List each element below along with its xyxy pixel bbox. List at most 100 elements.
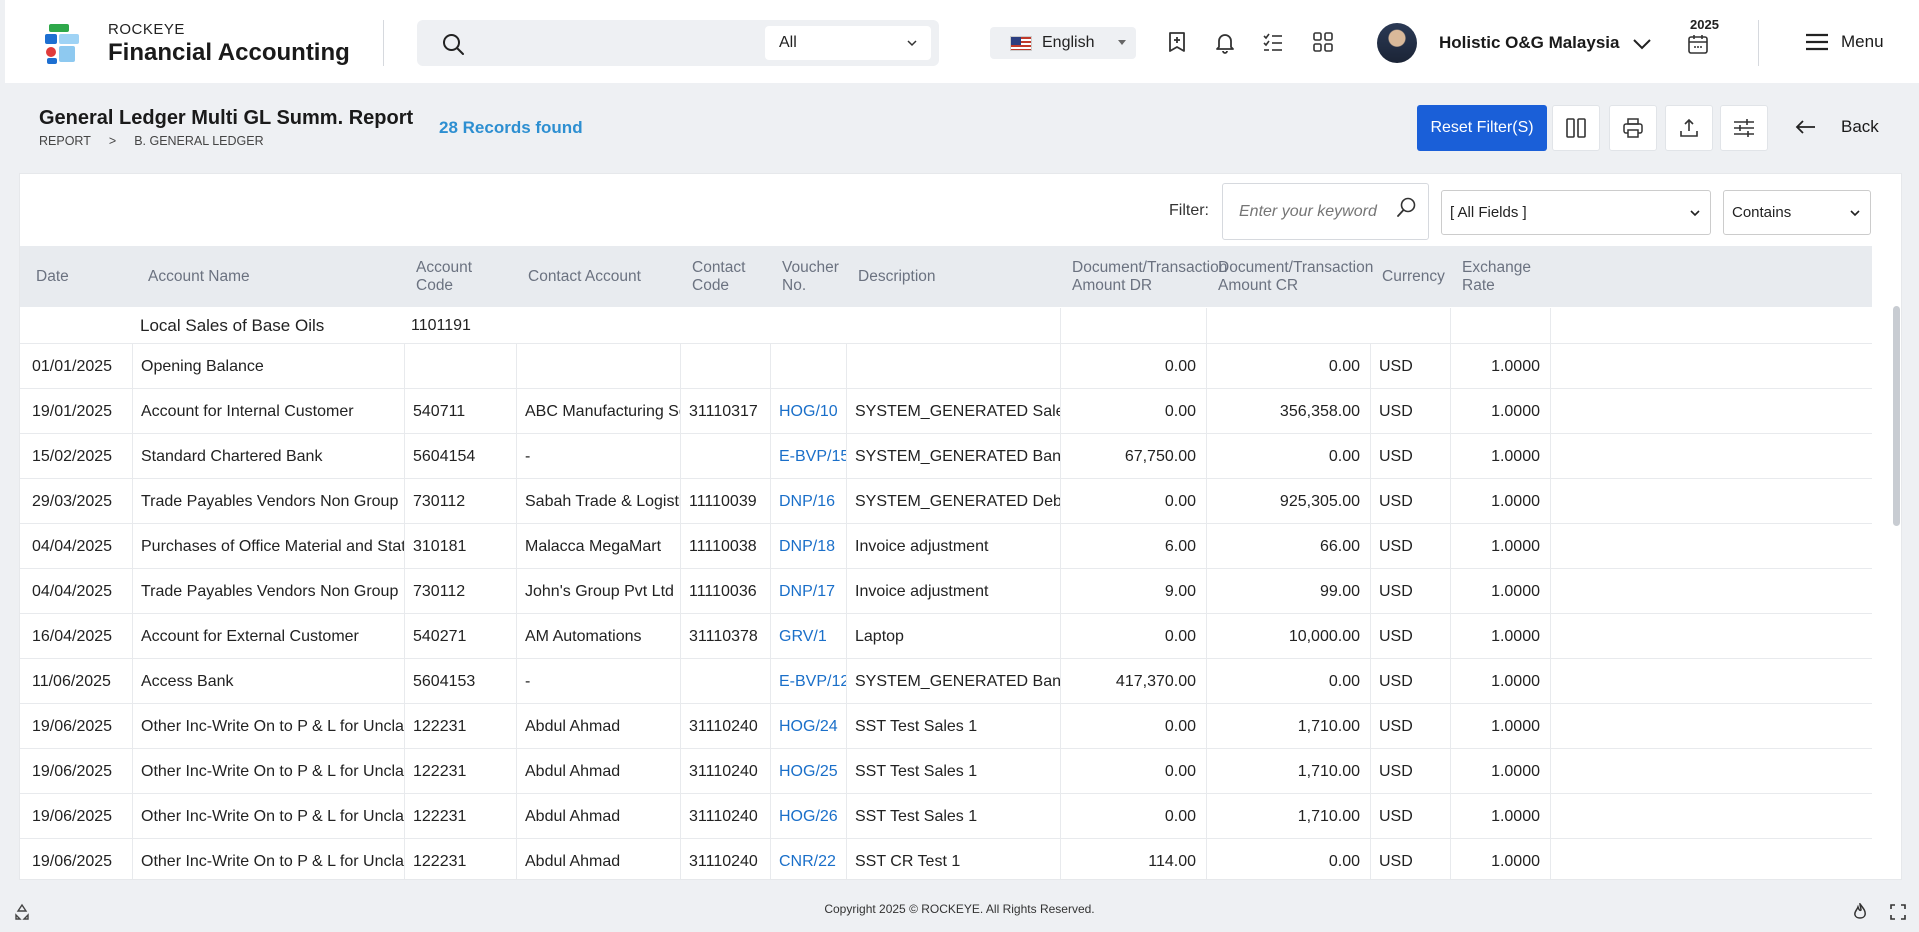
search-icon[interactable] [441, 32, 465, 56]
language-select[interactable]: English [990, 27, 1136, 59]
bookmark-add-icon[interactable] [1165, 30, 1189, 54]
column-header[interactable]: Account Code [416, 246, 516, 307]
cell-dr: 0.00 [1164, 492, 1196, 510]
cell-desc: Laptop [855, 627, 904, 645]
column-header[interactable]: Contact Account [528, 246, 680, 307]
column-divider [1206, 704, 1207, 749]
table-row[interactable]: 19/01/2025 Account for Internal Customer 5… [20, 389, 1872, 434]
company-name[interactable]: Holistic O&G Malaysia [1439, 33, 1619, 53]
column-divider [1206, 569, 1207, 614]
cell-voucher[interactable]: GRV/1 [779, 614, 846, 659]
records-count: 28 Records found [439, 118, 583, 137]
column-divider [132, 479, 133, 524]
table-row[interactable]: 16/04/2025 Account for External Customer 5… [20, 614, 1872, 659]
column-divider [1370, 749, 1371, 794]
table-row[interactable]: 29/03/2025 Trade Payables Vendors Non Gro… [20, 479, 1872, 524]
column-divider [1206, 614, 1207, 659]
cell-voucher[interactable]: E-BVP/15 [779, 434, 846, 479]
table-row[interactable]: 04/04/2025 Purchases of Office Material a… [20, 524, 1872, 569]
cell-date: 19/01/2025 [32, 402, 113, 420]
column-divider [680, 569, 681, 614]
cell-voucher[interactable]: HOG/24 [779, 704, 846, 749]
cell-contact: ABC Manufacturing Sdn. [525, 402, 680, 420]
filter-operator-select[interactable]: Contains [1723, 190, 1871, 235]
avatar[interactable] [1377, 23, 1417, 63]
column-divider [846, 434, 847, 479]
filter-settings-button[interactable] [1720, 105, 1768, 151]
group-account-code: 1101191 [411, 317, 471, 334]
global-search[interactable]: All [417, 20, 939, 66]
cell-account: Other Inc-Write On to P & L for Unclaim [141, 717, 404, 735]
cell-account: Purchases of Office Material and Station… [141, 537, 404, 555]
column-divider [1550, 569, 1551, 614]
filter-field-select[interactable]: [ All Fields ] [1441, 190, 1711, 235]
column-divider [1450, 344, 1451, 389]
table-row[interactable]: 04/04/2025 Trade Payables Vendors Non Gro… [20, 569, 1872, 614]
column-header[interactable]: Document/Transaction Amount DR [1072, 246, 1227, 307]
cell-rate: 1.0000 [1491, 447, 1540, 465]
search-scope-select[interactable]: All [765, 26, 931, 60]
column-divider [516, 659, 517, 704]
chevron-down-icon [1850, 210, 1860, 217]
table-row[interactable]: 19/06/2025 Other Inc-Write On to P & L fo… [20, 794, 1872, 839]
cell-ccode: 31110240 [689, 852, 758, 870]
columns-toggle-button[interactable] [1552, 105, 1600, 151]
checklist-icon[interactable] [1261, 30, 1285, 54]
table-row[interactable]: 15/02/2025 Standard Chartered Bank 5604154… [20, 434, 1872, 479]
cell-cur: USD [1379, 717, 1413, 735]
cell-date: 04/04/2025 [32, 582, 113, 600]
back-button[interactable]: Back [1795, 117, 1879, 137]
reset-filters-button[interactable]: Reset Filter(S) [1417, 105, 1547, 151]
column-divider [1550, 839, 1551, 879]
breadcrumb-item[interactable]: REPORT [39, 134, 91, 148]
column-divider [680, 614, 681, 659]
column-header[interactable]: Date [36, 246, 132, 307]
cell-dr: 67,750.00 [1124, 447, 1196, 465]
breadcrumb-item[interactable]: B. GENERAL LEDGER [134, 134, 263, 148]
print-button[interactable] [1609, 105, 1657, 151]
table-row[interactable]: 19/06/2025 Other Inc-Write On to P & L fo… [20, 749, 1872, 794]
column-divider [1370, 389, 1371, 434]
search-icon[interactable] [1396, 196, 1418, 218]
table-row[interactable]: 19/06/2025 Other Inc-Write On to P & L fo… [20, 839, 1872, 879]
column-header[interactable]: Description [858, 246, 1060, 307]
column-divider [516, 434, 517, 479]
rockeye-logo-icon[interactable] [43, 22, 87, 66]
cell-voucher[interactable]: DNP/17 [779, 569, 846, 614]
cell-voucher[interactable]: DNP/16 [779, 479, 846, 524]
column-header[interactable]: Account Name [148, 246, 404, 307]
cell-voucher[interactable]: HOG/25 [779, 749, 846, 794]
bell-icon[interactable] [1213, 30, 1237, 54]
column-divider [1370, 524, 1371, 569]
column-header[interactable]: Contact Code [692, 246, 770, 307]
column-divider [1060, 614, 1061, 659]
cell-voucher[interactable]: HOG/10 [779, 389, 846, 434]
column-divider [1206, 524, 1207, 569]
column-divider [404, 479, 405, 524]
column-divider [1060, 749, 1061, 794]
apps-grid-icon[interactable] [1311, 30, 1335, 54]
cell-voucher[interactable]: HOG/26 [779, 794, 846, 839]
table-row[interactable]: 01/01/2025 Opening Balance 0.00 0.00 USD 1.00… [20, 344, 1872, 389]
cell-ccode: 11110038 [689, 537, 757, 555]
column-header[interactable]: Document/Transaction Amount CR [1218, 246, 1373, 307]
cell-cur: USD [1379, 807, 1413, 825]
cell-voucher[interactable]: DNP/18 [779, 524, 846, 569]
cell-ccode [689, 344, 770, 389]
column-header[interactable]: Currency [1382, 246, 1450, 307]
cell-voucher[interactable] [779, 344, 846, 389]
export-button[interactable] [1665, 105, 1713, 151]
cell-voucher[interactable]: E-BVP/12 [779, 659, 846, 704]
cell-voucher[interactable]: CNR/22 [779, 839, 846, 879]
vertical-scrollbar[interactable] [1893, 306, 1900, 526]
column-header[interactable]: Exchange Rate [1462, 246, 1550, 307]
cell-contact: - [525, 672, 531, 690]
table-row[interactable]: 11/06/2025 Access Bank 5604153 - E-BVP/12 SYS… [20, 659, 1872, 704]
calendar-icon[interactable] [1687, 33, 1709, 55]
chevron-down-icon[interactable] [1630, 32, 1654, 56]
table-row[interactable]: 19/06/2025 Other Inc-Write On to P & L fo… [20, 704, 1872, 749]
menu-button[interactable]: Menu [1805, 32, 1884, 52]
fullscreen-icon[interactable] [1889, 903, 1907, 921]
column-header[interactable]: Voucher No. [782, 246, 846, 307]
flame-icon[interactable] [1851, 903, 1869, 921]
